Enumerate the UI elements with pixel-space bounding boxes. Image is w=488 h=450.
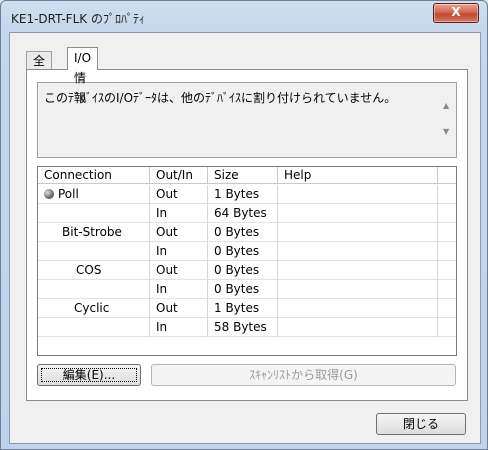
get-from-scanlist-button[interactable]: ｽｷｬﾝﾘｽﾄから取得(G) — [151, 364, 456, 386]
tab-general[interactable]: 全般 — [26, 51, 53, 86]
filler-cell — [438, 223, 456, 242]
scroll-up-arrow-icon[interactable]: ▲ — [443, 101, 449, 110]
connection-cell — [38, 280, 150, 299]
column-header-connection[interactable]: Connection — [38, 167, 150, 184]
focus-rectangle — [41, 368, 137, 382]
connection-icon — [44, 188, 54, 199]
dialog-client-area: 全般 I/O情報 このﾃﾞﾊﾞｲｽのI/Oﾃﾞｰﾀは、他のﾃﾞﾊﾞｲｽに割り付け… — [9, 32, 481, 444]
window-close-button[interactable]: X — [433, 3, 479, 23]
table-header: Connection Out/In Size Help — [38, 167, 456, 185]
size-cell: 0 Bytes — [208, 242, 278, 261]
size-cell: 1 Bytes — [208, 185, 278, 204]
help-cell — [278, 242, 438, 261]
column-header-out-in[interactable]: Out/In — [150, 167, 208, 184]
help-cell — [278, 280, 438, 299]
help-cell — [278, 299, 438, 318]
filler-cell — [438, 185, 456, 204]
connection-cell: Cyclic — [38, 299, 150, 318]
direction-cell: In — [150, 280, 208, 299]
table-row[interactable]: COS Out 0 Bytes — [38, 261, 456, 280]
window-title: KE1-DRT-FLK のﾌﾟﾛﾊﾟﾃｨ — [11, 12, 145, 26]
properties-dialog: KE1-DRT-FLK のﾌﾟﾛﾊﾟﾃｨ X 全般 I/O情報 このﾃﾞﾊﾞｲｽ… — [0, 0, 488, 450]
help-cell — [278, 185, 438, 204]
help-cell — [278, 223, 438, 242]
connection-cell — [38, 318, 150, 337]
table-row[interactable]: Poll Out 1 Bytes — [38, 185, 456, 204]
size-cell: 0 Bytes — [208, 261, 278, 280]
filler-cell — [438, 204, 456, 223]
connection-cell — [38, 204, 150, 223]
title-bar[interactable]: KE1-DRT-FLK のﾌﾟﾛﾊﾟﾃｨ X — [1, 1, 487, 33]
io-connection-table: Connection Out/In Size Help Poll Out 1 B… — [37, 166, 457, 356]
filler-cell — [438, 318, 456, 337]
table-row[interactable]: In 58 Bytes — [38, 318, 456, 337]
filler-cell — [438, 299, 456, 318]
connection-cell: COS — [38, 261, 150, 280]
size-cell: 58 Bytes — [208, 318, 278, 337]
connection-cell — [38, 242, 150, 261]
size-cell: 64 Bytes — [208, 204, 278, 223]
filler-cell — [438, 280, 456, 299]
direction-cell: In — [150, 318, 208, 337]
help-cell — [278, 261, 438, 280]
direction-cell: In — [150, 242, 208, 261]
direction-cell: Out — [150, 261, 208, 280]
column-header-size[interactable]: Size — [208, 167, 278, 184]
table-row[interactable]: In 0 Bytes — [38, 280, 456, 299]
table-row[interactable]: Bit-Strobe Out 0 Bytes — [38, 223, 456, 242]
table-row[interactable]: Cyclic Out 1 Bytes — [38, 299, 456, 318]
edit-button[interactable]: 編集(E)... — [37, 364, 141, 386]
connection-cell: Bit-Strobe — [38, 223, 150, 242]
column-header-filler — [438, 167, 456, 184]
size-cell: 0 Bytes — [208, 223, 278, 242]
table-row[interactable]: In 0 Bytes — [38, 242, 456, 261]
help-cell — [278, 318, 438, 337]
direction-cell: In — [150, 204, 208, 223]
size-cell: 0 Bytes — [208, 280, 278, 299]
help-cell — [278, 204, 438, 223]
connection-label: Poll — [58, 187, 79, 201]
filler-cell — [438, 242, 456, 261]
connection-cell: Poll — [38, 185, 150, 204]
message-text: このﾃﾞﾊﾞｲｽのI/Oﾃﾞｰﾀは、他のﾃﾞﾊﾞｲｽに割り付けられていません。 — [44, 91, 397, 105]
direction-cell: Out — [150, 299, 208, 318]
message-box: このﾃﾞﾊﾞｲｽのI/Oﾃﾞｰﾀは、他のﾃﾞﾊﾞｲｽに割り付けられていません。 … — [37, 82, 457, 158]
message-scrollbar[interactable]: ▲ ▼ — [439, 83, 456, 157]
io-info-panel: このﾃﾞﾊﾞｲｽのI/Oﾃﾞｰﾀは、他のﾃﾞﾊﾞｲｽに割り付けられていません。 … — [26, 69, 468, 401]
tab-io-info[interactable]: I/O情報 — [67, 47, 99, 105]
scroll-down-arrow-icon[interactable]: ▼ — [443, 127, 449, 136]
direction-cell: Out — [150, 185, 208, 204]
table-row[interactable]: In 64 Bytes — [38, 204, 456, 223]
column-header-help[interactable]: Help — [278, 167, 438, 184]
size-cell: 1 Bytes — [208, 299, 278, 318]
direction-cell: Out — [150, 223, 208, 242]
filler-cell — [438, 261, 456, 280]
close-button[interactable]: 閉じる — [376, 413, 466, 435]
